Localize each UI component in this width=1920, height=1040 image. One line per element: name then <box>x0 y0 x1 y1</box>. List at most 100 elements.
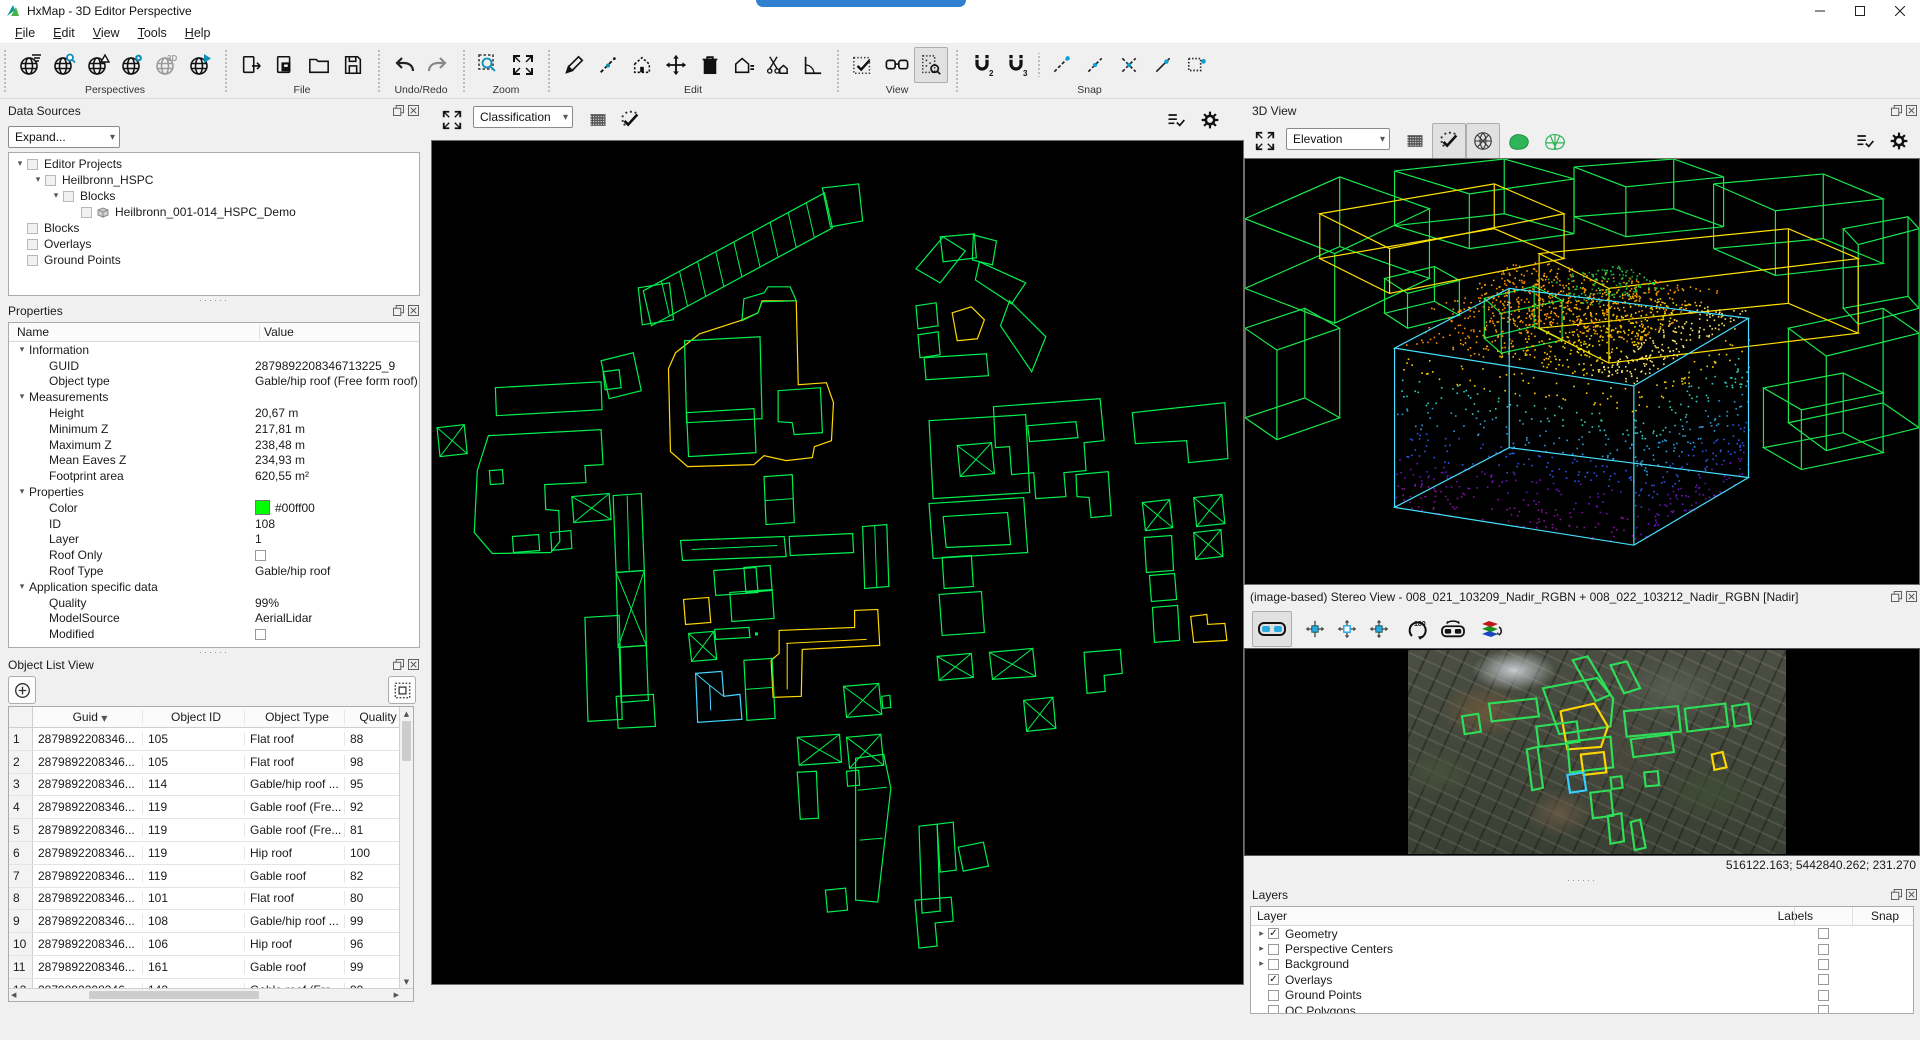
table-row[interactable]: 12879892208346...105Flat roof88 <box>9 728 413 751</box>
stereo-move-left-button[interactable] <box>1298 611 1332 647</box>
view3d-fit-button[interactable] <box>1248 123 1282 159</box>
close-panel-icon[interactable] <box>407 304 420 317</box>
tree-checkbox[interactable] <box>27 159 38 170</box>
column-header-object-id[interactable]: Object ID <box>143 710 245 724</box>
tree-item[interactable]: ▾Blocks <box>9 188 419 204</box>
perspective-filter-button[interactable] <box>13 47 47 83</box>
labels-checkbox[interactable] <box>1818 990 1829 1001</box>
property-row[interactable]: Roof TypeGable/hip roof <box>9 563 419 579</box>
property-row[interactable]: ▾Measurements <box>9 389 419 405</box>
import-button[interactable] <box>234 47 268 83</box>
layer-checkbox[interactable]: ✓ <box>1268 974 1279 985</box>
property-row[interactable]: Footprint area620,55 m² <box>9 468 419 484</box>
close-panel-icon[interactable] <box>1905 104 1918 117</box>
move-button[interactable] <box>659 47 693 83</box>
property-row[interactable]: Roof Only <box>9 547 419 563</box>
layer-row[interactable]: ▸✓Geometry <box>1251 926 1913 941</box>
float-panel-icon[interactable] <box>392 104 405 117</box>
snap-endpoint-button[interactable] <box>1044 47 1078 83</box>
minimize-button[interactable] <box>1800 0 1840 22</box>
redo-button[interactable] <box>421 47 455 83</box>
save-copy-button[interactable] <box>268 47 302 83</box>
object-list-header[interactable]: Guid ▼ Object ID Object Type Quality <box>9 707 413 728</box>
cut-building-button[interactable] <box>761 47 795 83</box>
float-panel-icon[interactable] <box>1890 888 1903 901</box>
zoom-fit-button[interactable] <box>506 47 540 83</box>
create-building-button[interactable] <box>625 47 659 83</box>
channel-layers-button[interactable] <box>1474 611 1508 647</box>
layer-row[interactable]: ▸Background <box>1251 957 1913 972</box>
snap-polygon-button[interactable] <box>1180 47 1214 83</box>
panel-splitter[interactable]: ······ <box>0 296 428 304</box>
close-panel-icon[interactable] <box>1905 590 1918 603</box>
float-panel-icon[interactable] <box>1890 104 1903 117</box>
object-inspect-view-button[interactable] <box>914 47 948 83</box>
aerial-photo[interactable] <box>1408 650 1786 854</box>
layer-checkbox[interactable] <box>1268 990 1279 1001</box>
table-row[interactable]: 112879892208346...161Gable roof99 <box>9 956 413 979</box>
float-panel-icon[interactable] <box>392 658 405 671</box>
table-row[interactable]: 32879892208346...114Gable/hip roof ...95 <box>9 774 413 797</box>
close-panel-icon[interactable] <box>407 658 420 671</box>
scrollbar-thumb[interactable] <box>89 991 259 999</box>
tree-item[interactable]: Ground Points <box>9 252 419 268</box>
vertical-scrollbar[interactable]: ▲ ▼ <box>399 707 413 989</box>
snap-nearest-button[interactable] <box>1146 47 1180 83</box>
close-panel-icon[interactable] <box>407 104 420 117</box>
column-header-object-type[interactable]: Object Type <box>245 710 345 724</box>
close-button[interactable] <box>1880 0 1920 22</box>
stereo-toggle-button[interactable] <box>1252 611 1292 647</box>
table-row[interactable]: 102879892208346...106Hip roof96 <box>9 933 413 956</box>
delete-button[interactable] <box>693 47 727 83</box>
column-header-guid[interactable]: Guid ▼ <box>33 710 143 724</box>
view2d-list-options-button[interactable] <box>1159 102 1193 138</box>
expand-dropdown[interactable]: Expand... ▾ <box>8 126 120 148</box>
table-row[interactable]: 82879892208346...101Flat roof80 <box>9 888 413 911</box>
property-row[interactable]: Mean Eaves Z234,93 m <box>9 453 419 469</box>
property-row[interactable]: ▾Properties <box>9 484 419 500</box>
labels-checkbox[interactable] <box>1818 974 1829 985</box>
layer-row[interactable]: QC Polygons <box>1251 1003 1913 1014</box>
open-folder-button[interactable] <box>302 47 336 83</box>
draw-line-button[interactable] <box>591 47 625 83</box>
menu-help[interactable]: Help <box>176 24 220 42</box>
classification-view-button[interactable] <box>846 47 880 83</box>
maximize-button[interactable] <box>1840 0 1880 22</box>
float-panel-icon[interactable] <box>392 304 405 317</box>
rotate-180-button[interactable]: 180 <box>1400 611 1434 647</box>
menu-view[interactable]: View <box>84 24 129 42</box>
property-row[interactable]: Layer1 <box>9 532 419 548</box>
horizontal-scrollbar[interactable]: ◀ ▶ <box>9 988 414 1001</box>
stereo-move-center-button[interactable] <box>1330 611 1364 647</box>
property-row[interactable]: ▾Information <box>9 342 419 358</box>
perspective-3d-button[interactable]: 3D <box>149 47 183 83</box>
stereo-canvas[interactable] <box>1244 648 1920 856</box>
toolbar-drag-handle[interactable] <box>1 50 8 92</box>
view2d-fit-button[interactable] <box>435 102 469 138</box>
properties-header[interactable]: Name Value <box>9 323 419 342</box>
flatten-roof-button[interactable] <box>727 47 761 83</box>
view3d-pixel-grid-button[interactable] <box>1398 123 1432 159</box>
property-row[interactable]: Modified <box>9 626 419 642</box>
tree-item[interactable]: Blocks <box>9 220 419 236</box>
notification-pill[interactable] <box>756 0 966 7</box>
tree-item[interactable]: ▾Heilbronn_HSPC <box>9 172 419 188</box>
table-row[interactable]: 92879892208346...108Gable/hip roof ...99 <box>9 910 413 933</box>
table-row[interactable]: 42879892208346...119Gable roof (Fre...92 <box>9 796 413 819</box>
draw-button[interactable] <box>557 47 591 83</box>
property-row[interactable]: Height20,67 m <box>9 405 419 421</box>
stereo-move-right-button[interactable] <box>1362 611 1396 647</box>
save-button[interactable] <box>336 47 370 83</box>
view2d-pixel-grid-button[interactable] <box>581 102 615 138</box>
select-objects-button[interactable] <box>388 676 416 704</box>
view3d-settings-button[interactable] <box>1882 123 1916 159</box>
layer-row[interactable]: Ground Points <box>1251 988 1913 1003</box>
tree-checkbox[interactable] <box>45 175 56 186</box>
layer-checkbox[interactable] <box>1268 1005 1279 1014</box>
property-row[interactable]: ID108 <box>9 516 419 532</box>
tree-checkbox[interactable] <box>63 191 74 202</box>
tree-item[interactable]: Heilbronn_001-014_HSPC_Demo <box>9 204 419 220</box>
tree-item[interactable]: Overlays <box>9 236 419 252</box>
panel-splitter[interactable]: ······ <box>0 648 428 656</box>
column-header-quality[interactable]: Quality <box>345 710 406 724</box>
